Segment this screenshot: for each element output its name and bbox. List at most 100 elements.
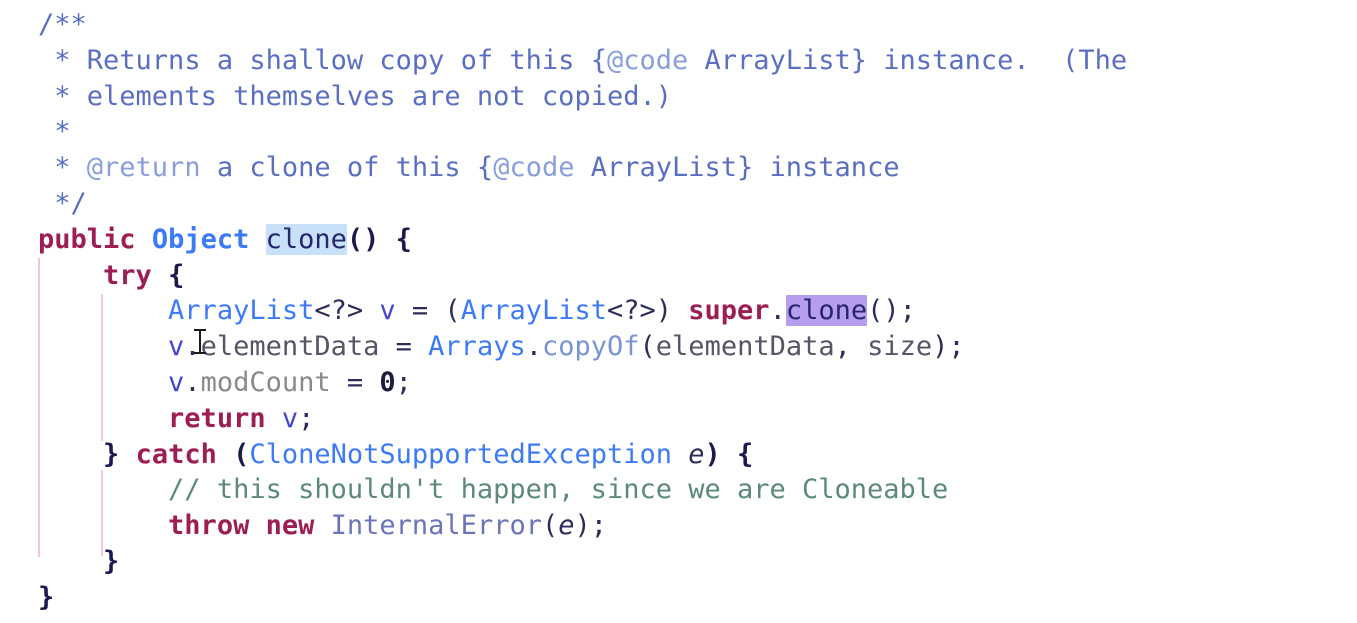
code-line-4[interactable]: * [38, 114, 1357, 150]
punctuation: ( [216, 438, 250, 470]
keyword-return: return [168, 402, 266, 434]
variable-v: v [168, 331, 185, 363]
type-internalerror: InternalError [330, 510, 542, 542]
type-object: Object [151, 223, 250, 255]
parameter-e: e [558, 510, 575, 542]
javadoc-text: elements themselves are not copied.) [86, 80, 672, 112]
javadoc-star: * [38, 80, 87, 112]
assignment-operator: = [379, 331, 429, 363]
code-line-6[interactable]: */ [38, 186, 1357, 222]
code-editor-viewport[interactable]: /** * Returns a shallow copy of this {@c… [0, 0, 1357, 623]
closing-brace: } [103, 545, 120, 577]
keyword-try: try [103, 259, 152, 291]
keyword-new: new [265, 510, 315, 542]
keyword-throw: throw [168, 510, 250, 542]
javadoc-text: ArrayList} instance. (The [688, 44, 1128, 76]
code-line-13[interactable]: } catch (CloneNotSupportedException e) { [38, 437, 1357, 473]
javadoc-star: * [38, 116, 71, 148]
dot: . [525, 331, 542, 363]
code-line-2[interactable]: * Returns a shallow copy of this {@code … [38, 43, 1357, 79]
generic-wildcard: <?>) [607, 295, 689, 327]
punctuation: (); [867, 295, 916, 327]
code-line-15[interactable]: throw new InternalError(e); [38, 508, 1357, 544]
type-arraylist: ArrayList [168, 295, 315, 327]
javadoc-open-token: /** [38, 9, 87, 40]
code-line-8[interactable]: try { [38, 258, 1357, 294]
code-line-9[interactable]: ArrayList<?> v = (ArrayList<?>) super.cl… [38, 293, 1357, 329]
field-elementdata: elementData [200, 331, 380, 363]
code-line-5[interactable]: * @return a clone of this {@code ArrayLi… [38, 150, 1357, 186]
javadoc-code-tag: @code [606, 44, 689, 76]
javadoc-text: Returns a shallow copy of this { [86, 44, 607, 76]
occurrence-highlight-clone-declaration[interactable]: clone [265, 223, 347, 255]
parameter-e: e [688, 438, 705, 470]
variable-v: v [281, 402, 299, 434]
code-line-16[interactable]: } [38, 544, 1357, 580]
comma: , [834, 331, 868, 363]
javadoc-star: * [38, 44, 87, 76]
punctuation: () { [346, 223, 412, 255]
assignment-operator: = ( [395, 295, 461, 327]
closing-brace: } [103, 438, 120, 470]
type-arraylist-cast: ArrayList [460, 295, 607, 327]
type-arrays: Arrays [428, 331, 526, 363]
code-line-12[interactable]: return v; [38, 401, 1357, 437]
closing-brace-method: } [38, 581, 55, 613]
field-modcount: modCount [200, 366, 331, 398]
semicolon: ; [395, 366, 412, 398]
code-line-3[interactable]: * elements themselves are not copied.) [38, 79, 1357, 115]
variable-v: v [168, 366, 185, 398]
variable-v: v [379, 295, 396, 327]
occurrence-highlight-clone-selected[interactable]: clone [785, 295, 868, 327]
method-copyof: copyOf [541, 331, 640, 363]
argument-elementdata: elementData [655, 331, 835, 363]
code-line-11[interactable]: v.modCount = 0; [38, 365, 1357, 401]
code-line-14[interactable]: // this shouldn't happen, since we are C… [38, 472, 1357, 508]
javadoc-code-tag: @code [493, 152, 575, 184]
dot: . [184, 366, 201, 398]
code-line-17[interactable]: } [38, 580, 1357, 616]
punctuation: ) { [704, 438, 754, 470]
dot: . [769, 295, 786, 327]
javadoc-star: * [38, 152, 87, 184]
javadoc-text: a clone of this { [200, 152, 494, 184]
code-line-10[interactable]: v.elementData = Arrays.copyOf(elementDat… [38, 329, 1357, 365]
code-line-1[interactable]: /** [38, 7, 1357, 43]
keyword-catch: catch [135, 438, 217, 470]
generic-wildcard: <?> [314, 295, 380, 327]
line-comment: // this shouldn't happen, since we are C… [168, 474, 949, 506]
punctuation: ( [541, 510, 559, 542]
assignment-operator: = [330, 366, 380, 398]
argument-size: size [867, 331, 933, 363]
punctuation: { [151, 259, 185, 291]
semicolon: ; [298, 402, 315, 434]
punctuation: ); [932, 331, 965, 363]
type-clonenotsupportedexception: CloneNotSupportedException [249, 438, 672, 470]
javadoc-return-tag: @return [86, 152, 201, 184]
javadoc-close-token: */ [38, 187, 87, 219]
dot: . [184, 331, 201, 363]
code-content[interactable]: /** * Returns a shallow copy of this {@c… [0, 0, 1357, 616]
code-line-7[interactable]: public Object clone() { [38, 222, 1357, 258]
number-literal-zero: 0 [379, 366, 396, 398]
punctuation: ); [574, 510, 608, 542]
javadoc-text: ArrayList} instance [574, 152, 900, 184]
keyword-public: public [38, 223, 136, 255]
keyword-super: super [688, 295, 770, 327]
